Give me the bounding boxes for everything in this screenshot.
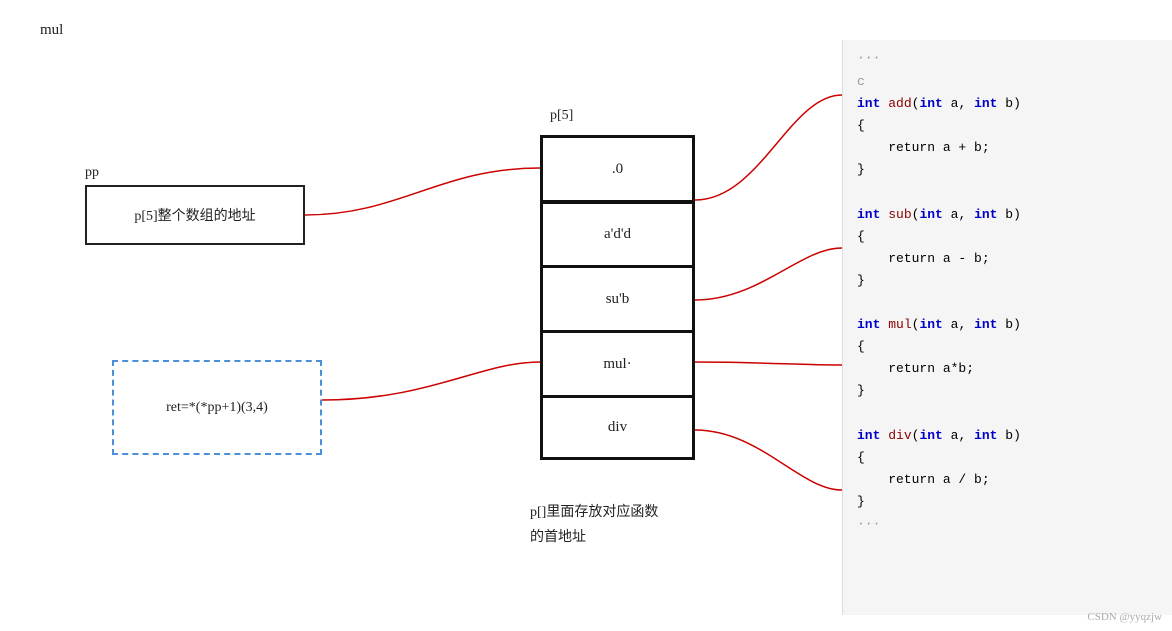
desc-line2: 的首地址 bbox=[530, 525, 658, 550]
code-mul-open: { bbox=[857, 336, 1158, 358]
code-c-comment: c bbox=[857, 71, 1158, 93]
p5-cell-3: mul· bbox=[540, 330, 695, 395]
pp-box-text: p[5]整个数组的地址 bbox=[134, 205, 255, 225]
code-sub-open: { bbox=[857, 226, 1158, 248]
code-mul-body: return a*b; bbox=[857, 358, 1158, 380]
code-div-open: { bbox=[857, 447, 1158, 469]
code-ellipsis-top: ··· bbox=[857, 50, 1158, 65]
p5-cell-4: div bbox=[540, 395, 695, 460]
code-panel: ··· c int add(int a, int b) { return a +… bbox=[842, 40, 1172, 615]
desc-line1: p[]里面存放对应函数 bbox=[530, 500, 658, 525]
top-label: mul bbox=[40, 22, 63, 39]
p5-cell-0: .0 bbox=[540, 135, 695, 200]
code-ellipsis-bottom: ··· bbox=[857, 513, 1158, 535]
code-empty2 bbox=[857, 292, 1158, 314]
code-mul-close: } bbox=[857, 380, 1158, 402]
code-div-close: } bbox=[857, 491, 1158, 513]
code-sub-func: int sub(int a, int b) bbox=[857, 204, 1158, 226]
code-add-open: { bbox=[857, 115, 1158, 137]
code-add-body: return a + b; bbox=[857, 137, 1158, 159]
code-add-func: int add(int a, int b) bbox=[857, 93, 1158, 115]
pp-box: p[5]整个数组的地址 bbox=[85, 185, 305, 245]
code-empty3 bbox=[857, 402, 1158, 424]
code-sub-close: } bbox=[857, 270, 1158, 292]
p5-array: .0 a'd'd su'b mul· div bbox=[540, 135, 695, 460]
watermark: CSDN @yyqzjw bbox=[1087, 611, 1162, 623]
p5-cell-1: a'd'd bbox=[540, 200, 695, 265]
desc-text: p[]里面存放对应函数 的首地址 bbox=[530, 500, 658, 550]
code-sub-body: return a - b; bbox=[857, 248, 1158, 270]
ret-box: ret=*(*pp+1)(3,4) bbox=[112, 360, 322, 455]
p5-cell-2: su'b bbox=[540, 265, 695, 330]
code-div-func: int div(int a, int b) bbox=[857, 425, 1158, 447]
code-add-close: } bbox=[857, 159, 1158, 181]
p5-label: p[5] bbox=[550, 108, 573, 124]
pp-label: pp bbox=[85, 165, 99, 181]
code-div-body: return a / b; bbox=[857, 469, 1158, 491]
code-mul-func: int mul(int a, int b) bbox=[857, 314, 1158, 336]
code-empty1 bbox=[857, 181, 1158, 203]
ret-box-text: ret=*(*pp+1)(3,4) bbox=[166, 400, 268, 416]
